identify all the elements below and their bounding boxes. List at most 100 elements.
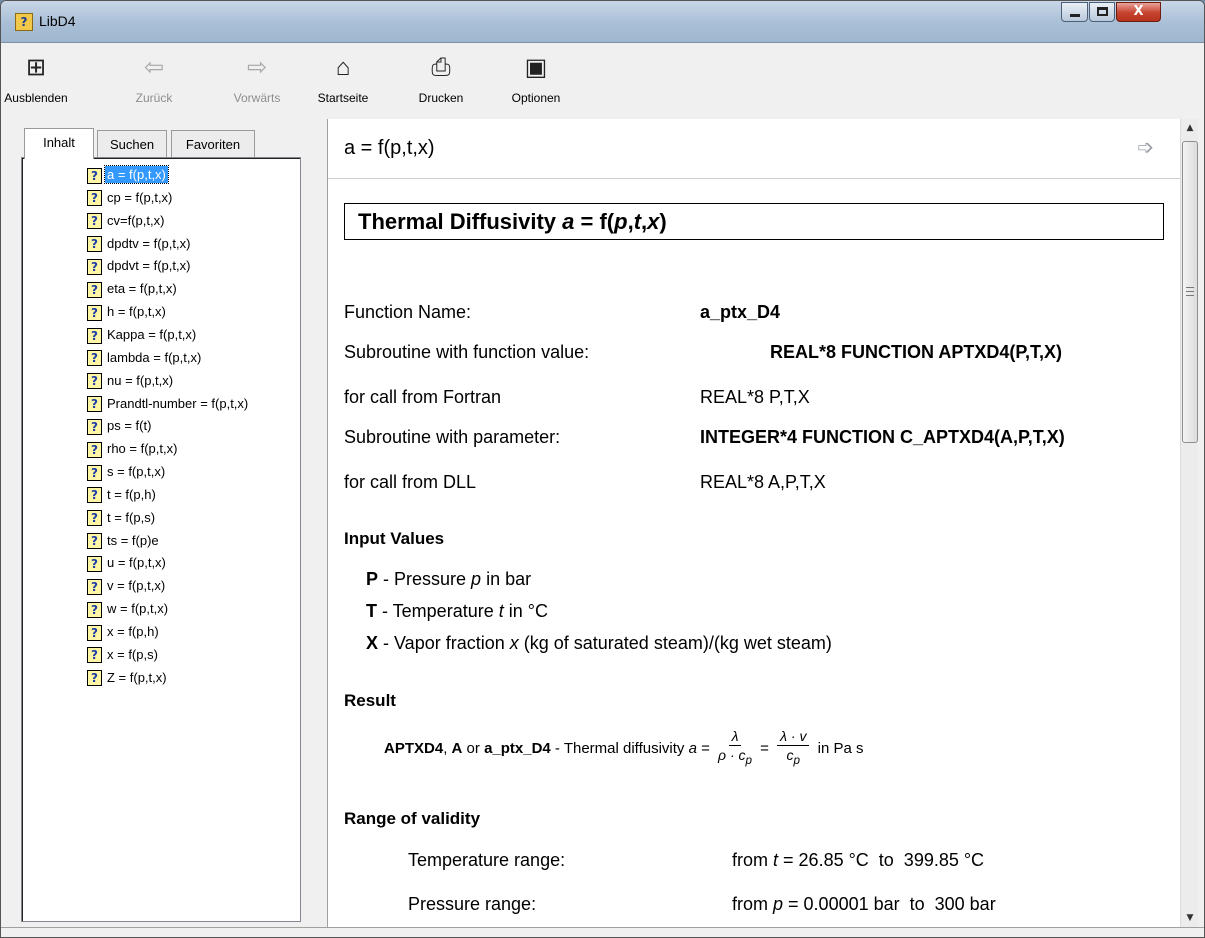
tree-item[interactable]: ? h = f(p,t,x)	[87, 301, 168, 323]
home-button[interactable]: ⌂ Startseite	[316, 49, 370, 115]
range-var: p	[773, 894, 784, 914]
page-heading: Thermal Diffusivity a = f(p,t,x)	[344, 203, 1164, 240]
tree-item[interactable]: ? x = f(p,s)	[87, 644, 160, 666]
help-topic-icon: ?	[87, 601, 102, 618]
tree-item[interactable]: ? Prandtl-number = f(p,t,x)	[87, 393, 250, 415]
tree-item-label: lambda = f(p,t,x)	[107, 349, 202, 365]
tree-item[interactable]: ? v = f(p,t,x)	[87, 575, 167, 597]
help-topic-icon: ?	[87, 304, 102, 321]
input-x: X - Vapor fraction x (kg of saturated st…	[366, 633, 832, 654]
fraction-lambda-v-cp: λ · v cp	[777, 727, 810, 770]
back-button[interactable]: ⇦ Zurück	[125, 49, 183, 115]
maximize-button[interactable]	[1089, 2, 1115, 22]
heading-var-p: p	[614, 209, 628, 234]
help-window: ? LibD4 X ⊞ Ausblenden ⇦ Zurück ⇨ Vorwär…	[0, 0, 1205, 938]
fraction-numerator: λ · v	[777, 727, 810, 746]
tree-item[interactable]: ? ps = f(t)	[87, 415, 153, 437]
hide-label: Ausblenden	[4, 91, 68, 105]
tree-item[interactable]: ? w = f(p,t,x)	[87, 598, 170, 620]
topic-content: a = f(p,t,x) ➩ Thermal Diffusivity a = f…	[327, 119, 1180, 927]
subroutine-parameter-value: INTEGER*4 FUNCTION C_APTXD4(A,P,T,X)	[700, 427, 1065, 447]
tree-item-label: x = f(p,h)	[107, 624, 159, 639]
tree-item[interactable]: ? rho = f(p,t,x)	[87, 438, 179, 460]
tree-item[interactable]: ? nu = f(p,t,x)	[87, 370, 175, 392]
tree-item-label: dpdvt = f(p,t,x)	[107, 258, 191, 274]
topic-header: a = f(p,t,x) ➩	[328, 119, 1180, 179]
tree-item-label: cp = f(p,t,x)	[107, 189, 173, 205]
result-var: a	[688, 739, 697, 757]
print-button[interactable]: ⎙ Drucken	[403, 49, 479, 115]
minimize-button[interactable]	[1061, 2, 1088, 22]
heading-close: )	[659, 209, 667, 234]
tab-contents[interactable]: Inhalt	[24, 128, 94, 159]
heading-var-a: a	[562, 209, 575, 234]
result-equals: =	[756, 739, 774, 757]
scroll-up-icon[interactable]: ▲	[1181, 119, 1199, 137]
tree-item[interactable]: ? u = f(p,t,x)	[87, 552, 168, 574]
tree-item[interactable]: ? ts = f(p)e	[87, 530, 161, 552]
tree-item[interactable]: ? s = f(p,t,x)	[87, 461, 167, 483]
subroutine-parameter-label: Subroutine with parameter:	[344, 427, 561, 447]
help-topic-icon: ?	[87, 190, 102, 207]
tree-item[interactable]: ? Kappa = f(p,t,x)	[87, 324, 198, 346]
tree-item[interactable]: ? lambda = f(p,t,x)	[87, 347, 203, 369]
tree-item-label: t = f(p,s)	[107, 509, 156, 525]
help-topic-icon: ?	[87, 281, 102, 298]
tree-item[interactable]: ? dpdtv = f(p,t,x)	[87, 233, 192, 255]
temperature-range-value: from t = 26.85 °C to 399.85 °C	[732, 850, 984, 871]
tree-item[interactable]: ? t = f(p,h)	[87, 484, 158, 506]
tree-item[interactable]: ? t = f(p,s)	[87, 507, 157, 529]
tree-item-label: Prandtl-number = f(p,t,x)	[107, 395, 249, 411]
help-topic-icon: ?	[87, 647, 102, 664]
pressure-range-value: from p = 0.00001 bar to 300 bar	[732, 894, 996, 915]
heading-text: Thermal Diffusivity	[358, 209, 563, 234]
result-name-aptxd4: APTXD4	[384, 739, 444, 757]
input-unit: in bar	[481, 569, 532, 589]
result-formula: APTXD4, A or a_ptx_D4 - Thermal diffusiv…	[384, 727, 863, 770]
tree-item[interactable]: ? eta = f(p,t,x)	[87, 278, 179, 300]
help-topic-icon: ?	[87, 258, 102, 275]
input-text: - Pressure	[378, 569, 472, 589]
help-topic-icon: ?	[87, 167, 102, 184]
help-topic-icon: ?	[87, 327, 102, 344]
tree-item[interactable]: ? a = f(p,t,x)	[87, 164, 169, 186]
tree-item[interactable]: ? dpdvt = f(p,t,x)	[87, 255, 192, 277]
help-app-icon: ?	[15, 13, 33, 31]
help-topic-icon: ?	[87, 418, 102, 435]
denominator-text: ρ · c	[718, 747, 746, 763]
fortran-call-label: for call from Fortran	[344, 387, 502, 407]
tab-search[interactable]: Suchen	[97, 130, 167, 158]
tree-item-label: v = f(p,t,x)	[107, 578, 166, 594]
hide-pane-icon: ⊞	[25, 54, 47, 81]
options-icon: ▣	[524, 54, 548, 81]
close-button[interactable]: X	[1116, 2, 1161, 22]
heading-var-x: x	[647, 209, 660, 234]
tree-item-label: w = f(p,t,x)	[107, 601, 169, 617]
forward-button[interactable]: ⇨ Vorwärts	[221, 49, 293, 115]
help-topic-icon: ?	[87, 578, 102, 595]
next-topic-icon[interactable]: ➩	[1137, 135, 1154, 159]
result-sep: ,	[443, 739, 452, 757]
contents-tree[interactable]: ? a = f(p,t,x)? cp = f(p,t,x) ? cv=f(p,t,x)?…	[21, 157, 301, 922]
tree-item[interactable]: ? x = f(p,h)	[87, 621, 161, 643]
tree-item[interactable]: ? cv=f(p,t,x)	[87, 210, 166, 232]
topic-title: a = f(p,t,x)	[344, 137, 435, 159]
tree-item[interactable]: ? Z = f(p,t,x)	[87, 667, 169, 689]
tree-item[interactable]: ? cp = f(p,t,x)	[87, 187, 174, 209]
vertical-scrollbar[interactable]: ▲ ▼	[1180, 119, 1198, 927]
tab-favorites[interactable]: Favoriten	[171, 130, 255, 158]
help-topic-icon: ?	[87, 350, 102, 367]
scroll-down-icon[interactable]: ▼	[1181, 909, 1199, 927]
fraction-denominator: ρ · cp	[718, 746, 752, 770]
maximize-icon	[1097, 7, 1108, 16]
denominator-sub: p	[745, 753, 752, 767]
hide-button[interactable]: ⊞ Ausblenden	[3, 49, 69, 115]
range-value: = 0.00001 bar to 300 bar	[783, 894, 996, 914]
input-symbol: P	[366, 569, 379, 589]
help-topic-icon: ?	[87, 533, 102, 550]
temperature-range-label: Temperature range:	[408, 850, 566, 870]
title-bar[interactable]: ? LibD4 X	[1, 1, 1204, 43]
tree-item-label: s = f(p,t,x)	[107, 464, 166, 480]
options-button[interactable]: ▣ Optionen	[493, 49, 579, 115]
scroll-thumb[interactable]	[1182, 141, 1198, 443]
